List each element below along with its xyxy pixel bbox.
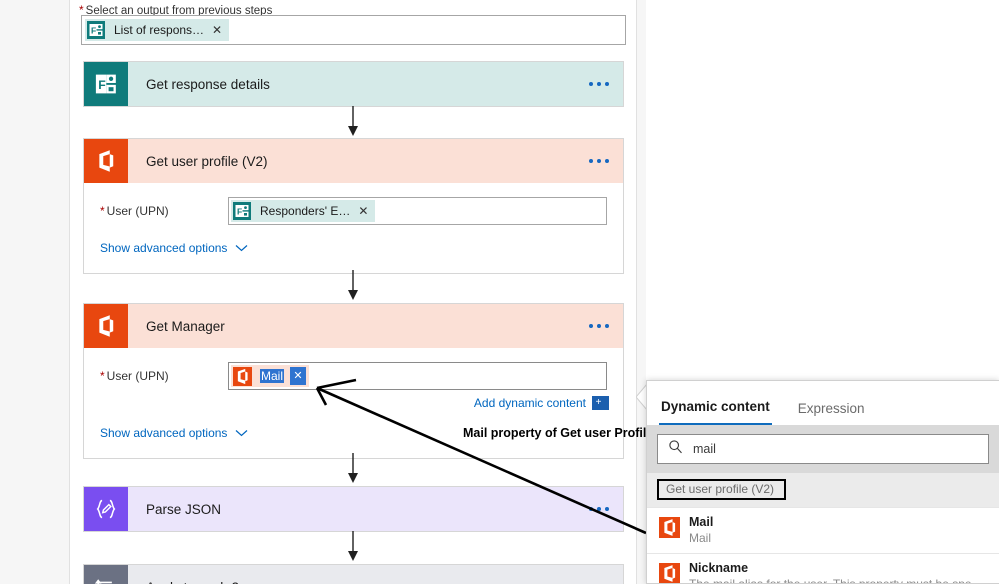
screenshot-root: * Select an output from previous steps F … bbox=[0, 0, 999, 584]
token-label: Mail bbox=[260, 369, 285, 383]
close-icon[interactable]: ✕ bbox=[290, 367, 307, 385]
show-advanced-options-link[interactable]: Show advanced options bbox=[100, 426, 248, 440]
show-advanced-options-link[interactable]: Show advanced options bbox=[100, 241, 248, 255]
list-item[interactable]: Nickname The mail alias for the user. Th… bbox=[647, 553, 999, 584]
token-responders-email[interactable]: F Responders' E… ✕ bbox=[231, 200, 376, 222]
dynamic-content-panel: Dynamic content Expression mail Get user… bbox=[646, 380, 999, 584]
chevron-down-icon bbox=[235, 241, 248, 255]
card-header[interactable]: Get Manager bbox=[84, 304, 623, 348]
required-marker: * bbox=[100, 204, 105, 218]
panel-group-header: Get user profile (V2) bbox=[647, 473, 999, 507]
token-label: Responders' E… bbox=[260, 204, 351, 218]
microsoft-forms-icon: F bbox=[231, 200, 253, 222]
card-body: * User (UPN) Mail ✕ Add dynamic content … bbox=[84, 348, 623, 458]
annotation-label: Mail property of Get user Profile bbox=[463, 426, 654, 440]
panel-tabs: Dynamic content Expression bbox=[647, 381, 999, 425]
office365-icon bbox=[231, 365, 253, 387]
office365-icon bbox=[659, 517, 680, 538]
flow-designer-canvas: * Select an output from previous steps F … bbox=[71, 0, 636, 584]
action-card-apply-to-each-2[interactable]: Apply to each 2 bbox=[83, 564, 624, 584]
list-item-name: Mail bbox=[689, 515, 714, 529]
search-input-value: mail bbox=[693, 442, 716, 456]
tab-dynamic-content[interactable]: Dynamic content bbox=[659, 399, 772, 425]
previous-steps-input[interactable]: F List of respons… ✕ bbox=[81, 15, 626, 45]
token-list-of-responses[interactable]: F List of respons… ✕ bbox=[85, 19, 230, 41]
svg-text:F: F bbox=[237, 206, 242, 216]
list-item-name: Nickname bbox=[689, 561, 749, 575]
svg-text:F: F bbox=[91, 25, 96, 35]
card-title: Get Manager bbox=[146, 318, 225, 334]
list-item-text: Nickname The mail alias for the user. Th… bbox=[689, 561, 989, 584]
card-title: Get response details bbox=[146, 76, 270, 92]
microsoft-forms-icon: F bbox=[85, 19, 107, 41]
card-header[interactable]: Parse JSON bbox=[84, 487, 623, 531]
param-label: * User (UPN) bbox=[100, 197, 228, 218]
more-commands-button[interactable] bbox=[589, 159, 609, 163]
card-header[interactable]: Apply to each 2 bbox=[84, 565, 623, 584]
designer-right-gutter bbox=[636, 0, 646, 584]
chevron-down-icon bbox=[235, 426, 248, 440]
search-icon bbox=[668, 439, 683, 459]
close-icon[interactable]: ✕ bbox=[212, 24, 229, 36]
action-card-parse-json[interactable]: Parse JSON bbox=[83, 486, 624, 532]
designer-left-gutter bbox=[0, 0, 70, 584]
card-title: Parse JSON bbox=[146, 501, 222, 517]
office365-icon bbox=[84, 139, 128, 183]
foreach-loop-icon bbox=[84, 565, 128, 584]
group-header-label: Get user profile (V2) bbox=[657, 479, 787, 500]
svg-text:F: F bbox=[98, 78, 106, 92]
param-label-text: User (UPN) bbox=[106, 369, 169, 383]
param-row-user-upn: * User (UPN) Mail ✕ bbox=[84, 362, 623, 390]
token-label: List of respons… bbox=[114, 23, 205, 37]
param-row-user-upn: * User (UPN) F Responders' E… ✕ bbox=[84, 197, 623, 225]
required-marker: * bbox=[100, 369, 105, 383]
card-header[interactable]: F Get response details bbox=[84, 62, 623, 106]
microsoft-forms-icon: F bbox=[84, 62, 128, 106]
more-commands-button[interactable] bbox=[589, 507, 609, 511]
panel-search-area: mail bbox=[647, 425, 999, 473]
tab-expression[interactable]: Expression bbox=[796, 401, 867, 425]
show-advanced-options-label: Show advanced options bbox=[100, 426, 228, 440]
card-title: Apply to each 2 bbox=[146, 580, 239, 584]
more-commands-button[interactable] bbox=[589, 324, 609, 328]
param-label: * User (UPN) bbox=[100, 362, 228, 383]
more-commands-button[interactable] bbox=[589, 82, 609, 86]
param-label-text: User (UPN) bbox=[106, 204, 169, 218]
plus-icon: + bbox=[592, 396, 607, 410]
office365-icon bbox=[659, 563, 680, 583]
add-dynamic-content-link[interactable]: Add dynamic content + bbox=[84, 390, 623, 410]
card-header[interactable]: Get user profile (V2) bbox=[84, 139, 623, 183]
token-mail[interactable]: Mail ✕ bbox=[231, 365, 310, 387]
list-item-text: Mail Mail bbox=[689, 515, 713, 546]
action-card-get-response-details[interactable]: F Get response details bbox=[83, 61, 624, 107]
search-input[interactable]: mail bbox=[657, 434, 989, 464]
user-upn-input[interactable]: Mail ✕ bbox=[228, 362, 607, 390]
card-body: * User (UPN) F Responders' E… ✕ Show adv… bbox=[84, 183, 623, 273]
list-item-description: The mail alias for the user. This proper… bbox=[689, 577, 989, 584]
show-advanced-options-label: Show advanced options bbox=[100, 241, 228, 255]
card-title: Get user profile (V2) bbox=[146, 153, 268, 169]
braces-pencil-icon bbox=[84, 487, 128, 531]
list-item-description: Mail bbox=[689, 531, 712, 545]
list-item[interactable]: Mail Mail bbox=[647, 507, 999, 553]
user-upn-input[interactable]: F Responders' E… ✕ bbox=[228, 197, 607, 225]
action-card-get-user-profile[interactable]: Get user profile (V2) * User (UPN) F Res… bbox=[83, 138, 624, 274]
office365-icon bbox=[84, 304, 128, 348]
add-dynamic-content-label: Add dynamic content bbox=[473, 396, 586, 410]
close-icon[interactable]: ✕ bbox=[358, 205, 375, 217]
